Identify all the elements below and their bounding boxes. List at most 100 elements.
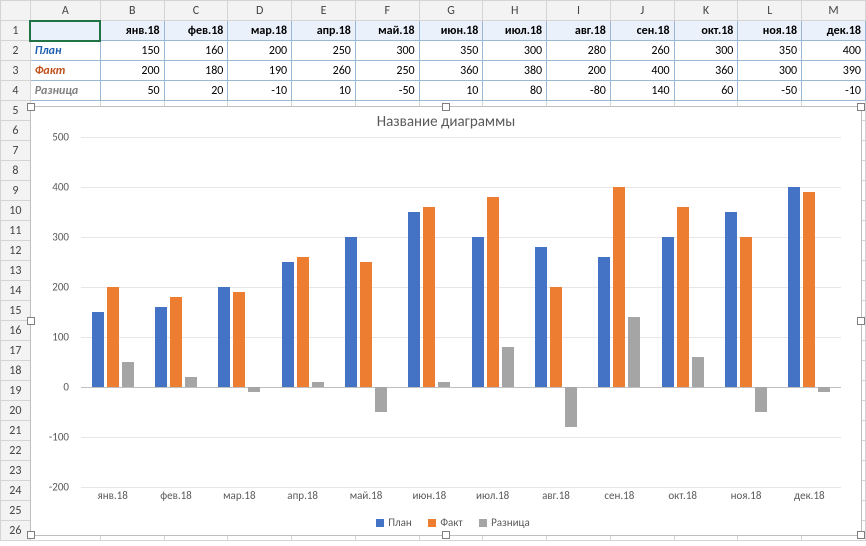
cell[interactable]: 400: [610, 61, 674, 81]
chart-bar[interactable]: [375, 387, 387, 412]
chart-bar[interactable]: [535, 247, 547, 387]
chart-bar[interactable]: [155, 307, 167, 387]
row-header[interactable]: 12: [1, 241, 31, 261]
cell[interactable]: 400: [802, 41, 866, 61]
chart-bar[interactable]: [345, 237, 357, 387]
resize-handle-icon[interactable]: [27, 103, 35, 111]
col-header[interactable]: G: [419, 1, 483, 21]
col-header[interactable]: B: [100, 1, 164, 21]
cell[interactable]: -50: [738, 81, 802, 101]
chart-bar[interactable]: [122, 362, 134, 387]
cell[interactable]: сен.18: [610, 21, 674, 41]
chart-bar[interactable]: [818, 387, 830, 392]
chart-legend[interactable]: План Факт Разница: [31, 515, 861, 529]
resize-handle-icon[interactable]: [857, 531, 865, 539]
chart-bar[interactable]: [550, 287, 562, 387]
chart-bar[interactable]: [502, 347, 514, 387]
col-header[interactable]: M: [802, 1, 866, 21]
cell[interactable]: -50: [355, 81, 419, 101]
row-header[interactable]: 9: [1, 181, 31, 201]
resize-handle-icon[interactable]: [857, 103, 865, 111]
chart-bar[interactable]: [755, 387, 767, 412]
cell[interactable]: 360: [674, 61, 738, 81]
col-header[interactable]: L: [738, 1, 802, 21]
row-header[interactable]: 5: [1, 101, 31, 121]
resize-handle-icon[interactable]: [442, 531, 450, 539]
row-header[interactable]: 20: [1, 401, 31, 421]
row-header[interactable]: 1: [1, 21, 31, 41]
cell[interactable]: 250: [355, 61, 419, 81]
col-header[interactable]: F: [355, 1, 419, 21]
cell[interactable]: июн.18: [419, 21, 483, 41]
cell[interactable]: 200: [100, 61, 164, 81]
row-header[interactable]: 14: [1, 281, 31, 301]
row-header[interactable]: 10: [1, 201, 31, 221]
chart-bar[interactable]: [185, 377, 197, 387]
cell[interactable]: авг.18: [547, 21, 611, 41]
cell[interactable]: 350: [419, 41, 483, 61]
chart-bar[interactable]: [677, 207, 689, 387]
chart-bar[interactable]: [423, 207, 435, 387]
row-header[interactable]: 13: [1, 261, 31, 281]
row-label[interactable]: Факт: [30, 61, 100, 81]
row-header[interactable]: 6: [1, 121, 31, 141]
cell[interactable]: мар.18: [228, 21, 292, 41]
row-header[interactable]: 26: [1, 521, 31, 541]
cell[interactable]: 190: [228, 61, 292, 81]
col-header[interactable]: A: [30, 1, 100, 21]
cell[interactable]: 60: [674, 81, 738, 101]
cell[interactable]: ноя.18: [738, 21, 802, 41]
row-header[interactable]: 3: [1, 61, 31, 81]
resize-handle-icon[interactable]: [442, 103, 450, 111]
chart-bar[interactable]: [662, 237, 674, 387]
cell[interactable]: июл.18: [483, 21, 547, 41]
chart-bar[interactable]: [170, 297, 182, 387]
row-header[interactable]: 15: [1, 301, 31, 321]
row-header[interactable]: 16: [1, 321, 31, 341]
resize-handle-icon[interactable]: [857, 317, 865, 325]
cell[interactable]: 390: [802, 61, 866, 81]
cell[interactable]: -80: [547, 81, 611, 101]
chart-bar[interactable]: [565, 387, 577, 427]
row-header[interactable]: 18: [1, 361, 31, 381]
chart-bar[interactable]: [788, 187, 800, 387]
row-header[interactable]: 2: [1, 41, 31, 61]
row-header[interactable]: 17: [1, 341, 31, 361]
cell[interactable]: 380: [483, 61, 547, 81]
chart-bar[interactable]: [107, 287, 119, 387]
row-header[interactable]: 11: [1, 221, 31, 241]
embedded-chart[interactable]: Название диаграммы -200-1000100200300400…: [30, 106, 862, 536]
chart-bar[interactable]: [282, 262, 294, 387]
cell[interactable]: 300: [355, 41, 419, 61]
cell[interactable]: 350: [738, 41, 802, 61]
select-all-corner[interactable]: [1, 1, 31, 21]
chart-bar[interactable]: [312, 382, 324, 387]
cell[interactable]: 50: [100, 81, 164, 101]
cell-A1[interactable]: [30, 21, 100, 41]
cell[interactable]: 260: [610, 41, 674, 61]
cell[interactable]: янв.18: [100, 21, 164, 41]
cell[interactable]: 360: [419, 61, 483, 81]
cell[interactable]: 140: [610, 81, 674, 101]
cell[interactable]: 10: [292, 81, 356, 101]
chart-bar[interactable]: [598, 257, 610, 387]
row-header[interactable]: 25: [1, 501, 31, 521]
col-header[interactable]: J: [610, 1, 674, 21]
col-header[interactable]: E: [292, 1, 356, 21]
row-header[interactable]: 23: [1, 461, 31, 481]
row-header[interactable]: 7: [1, 141, 31, 161]
cell[interactable]: 300: [674, 41, 738, 61]
chart-bar[interactable]: [740, 237, 752, 387]
resize-handle-icon[interactable]: [27, 531, 35, 539]
row-header[interactable]: 19: [1, 381, 31, 401]
cell[interactable]: 150: [100, 41, 164, 61]
cell[interactable]: дек.18: [802, 21, 866, 41]
col-header[interactable]: H: [483, 1, 547, 21]
cell[interactable]: -10: [802, 81, 866, 101]
cell[interactable]: фев.18: [164, 21, 228, 41]
row-header[interactable]: 21: [1, 421, 31, 441]
cell[interactable]: апр.18: [292, 21, 356, 41]
row-label[interactable]: План: [30, 41, 100, 61]
row-header[interactable]: 4: [1, 81, 31, 101]
cell[interactable]: 160: [164, 41, 228, 61]
